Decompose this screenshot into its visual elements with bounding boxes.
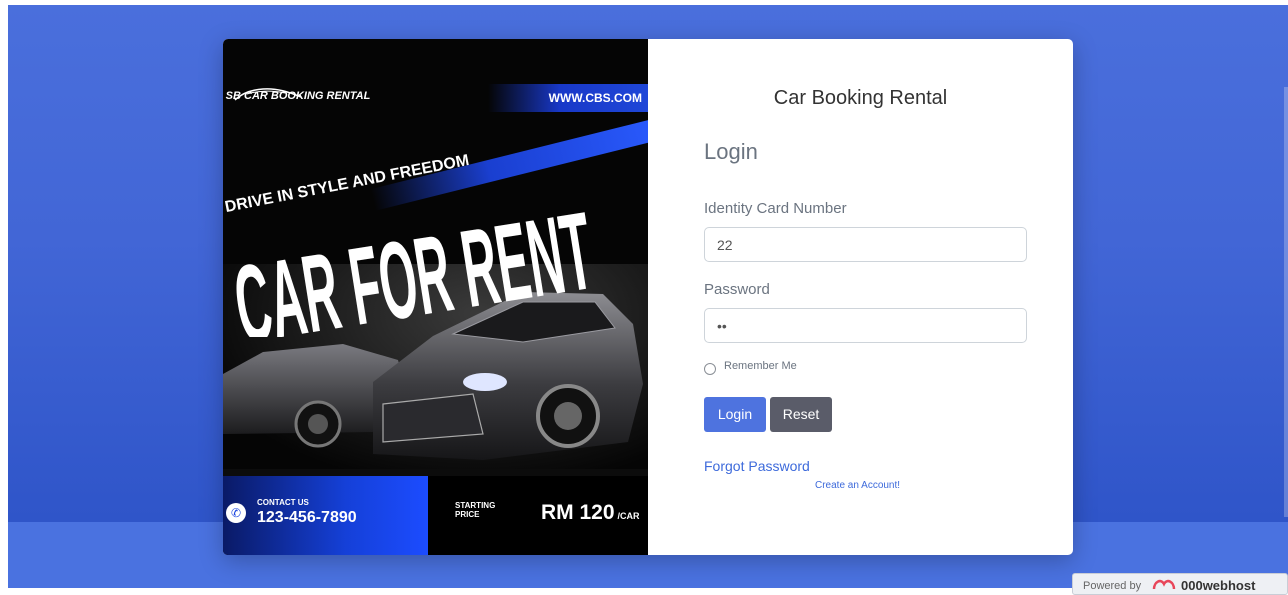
ic-label: Identity Card Number: [704, 200, 847, 217]
create-account-link[interactable]: Create an Account!: [815, 480, 900, 491]
app-title: Car Booking Rental: [773, 87, 948, 109]
password-label: Password: [704, 281, 770, 298]
login-button[interactable]: Login: [704, 397, 766, 432]
login-heading: Login: [704, 139, 758, 164]
price-unit: /CAR: [617, 511, 640, 521]
contact-label: CONTACT US: [257, 498, 309, 507]
price-block: RM 120/CAR: [541, 501, 640, 525]
poster-brand: SB CAR BOOKING RENTAL: [225, 90, 371, 102]
remember-checkbox[interactable]: [704, 363, 716, 375]
poster-bottom-strip: ✆ CONTACT US 123-456-7890 STARTING PRICE…: [223, 476, 648, 555]
phone-icon: ✆: [226, 503, 246, 523]
starting-price-label: STARTING PRICE: [455, 501, 496, 519]
forgot-password-link[interactable]: Forgot Password: [704, 458, 810, 474]
login-card: SB CAR BOOKING RENTAL WWW.CBS.COM DRIVE …: [223, 39, 1073, 555]
password-input[interactable]: [704, 308, 1027, 343]
price-value: RM 120: [541, 501, 615, 524]
badge-name: 000webhost: [1181, 578, 1256, 593]
contact-block: ✆ CONTACT US 123-456-7890: [223, 476, 428, 555]
scrollbar[interactable]: [1284, 87, 1288, 517]
ic-input[interactable]: [704, 227, 1027, 262]
headline-text: CAR FOR RENT: [226, 188, 600, 337]
poster-website: WWW.CBS.COM: [548, 91, 642, 105]
website-band: WWW.CBS.COM: [488, 84, 648, 112]
login-form: Car Booking Rental Login Identity Card N…: [648, 39, 1073, 555]
hosting-badge[interactable]: Powered by 000webhost: [1072, 573, 1288, 595]
contact-phone: 123-456-7890: [257, 509, 357, 526]
remember-label[interactable]: Remember Me: [724, 360, 797, 372]
webhost-logo-icon: [1152, 579, 1176, 590]
badge-prefix: Powered by: [1083, 580, 1142, 592]
reset-button[interactable]: Reset: [770, 397, 832, 432]
promo-poster: SB CAR BOOKING RENTAL WWW.CBS.COM DRIVE …: [223, 39, 648, 555]
poster-headline: CAR FOR RENT: [226, 188, 600, 337]
